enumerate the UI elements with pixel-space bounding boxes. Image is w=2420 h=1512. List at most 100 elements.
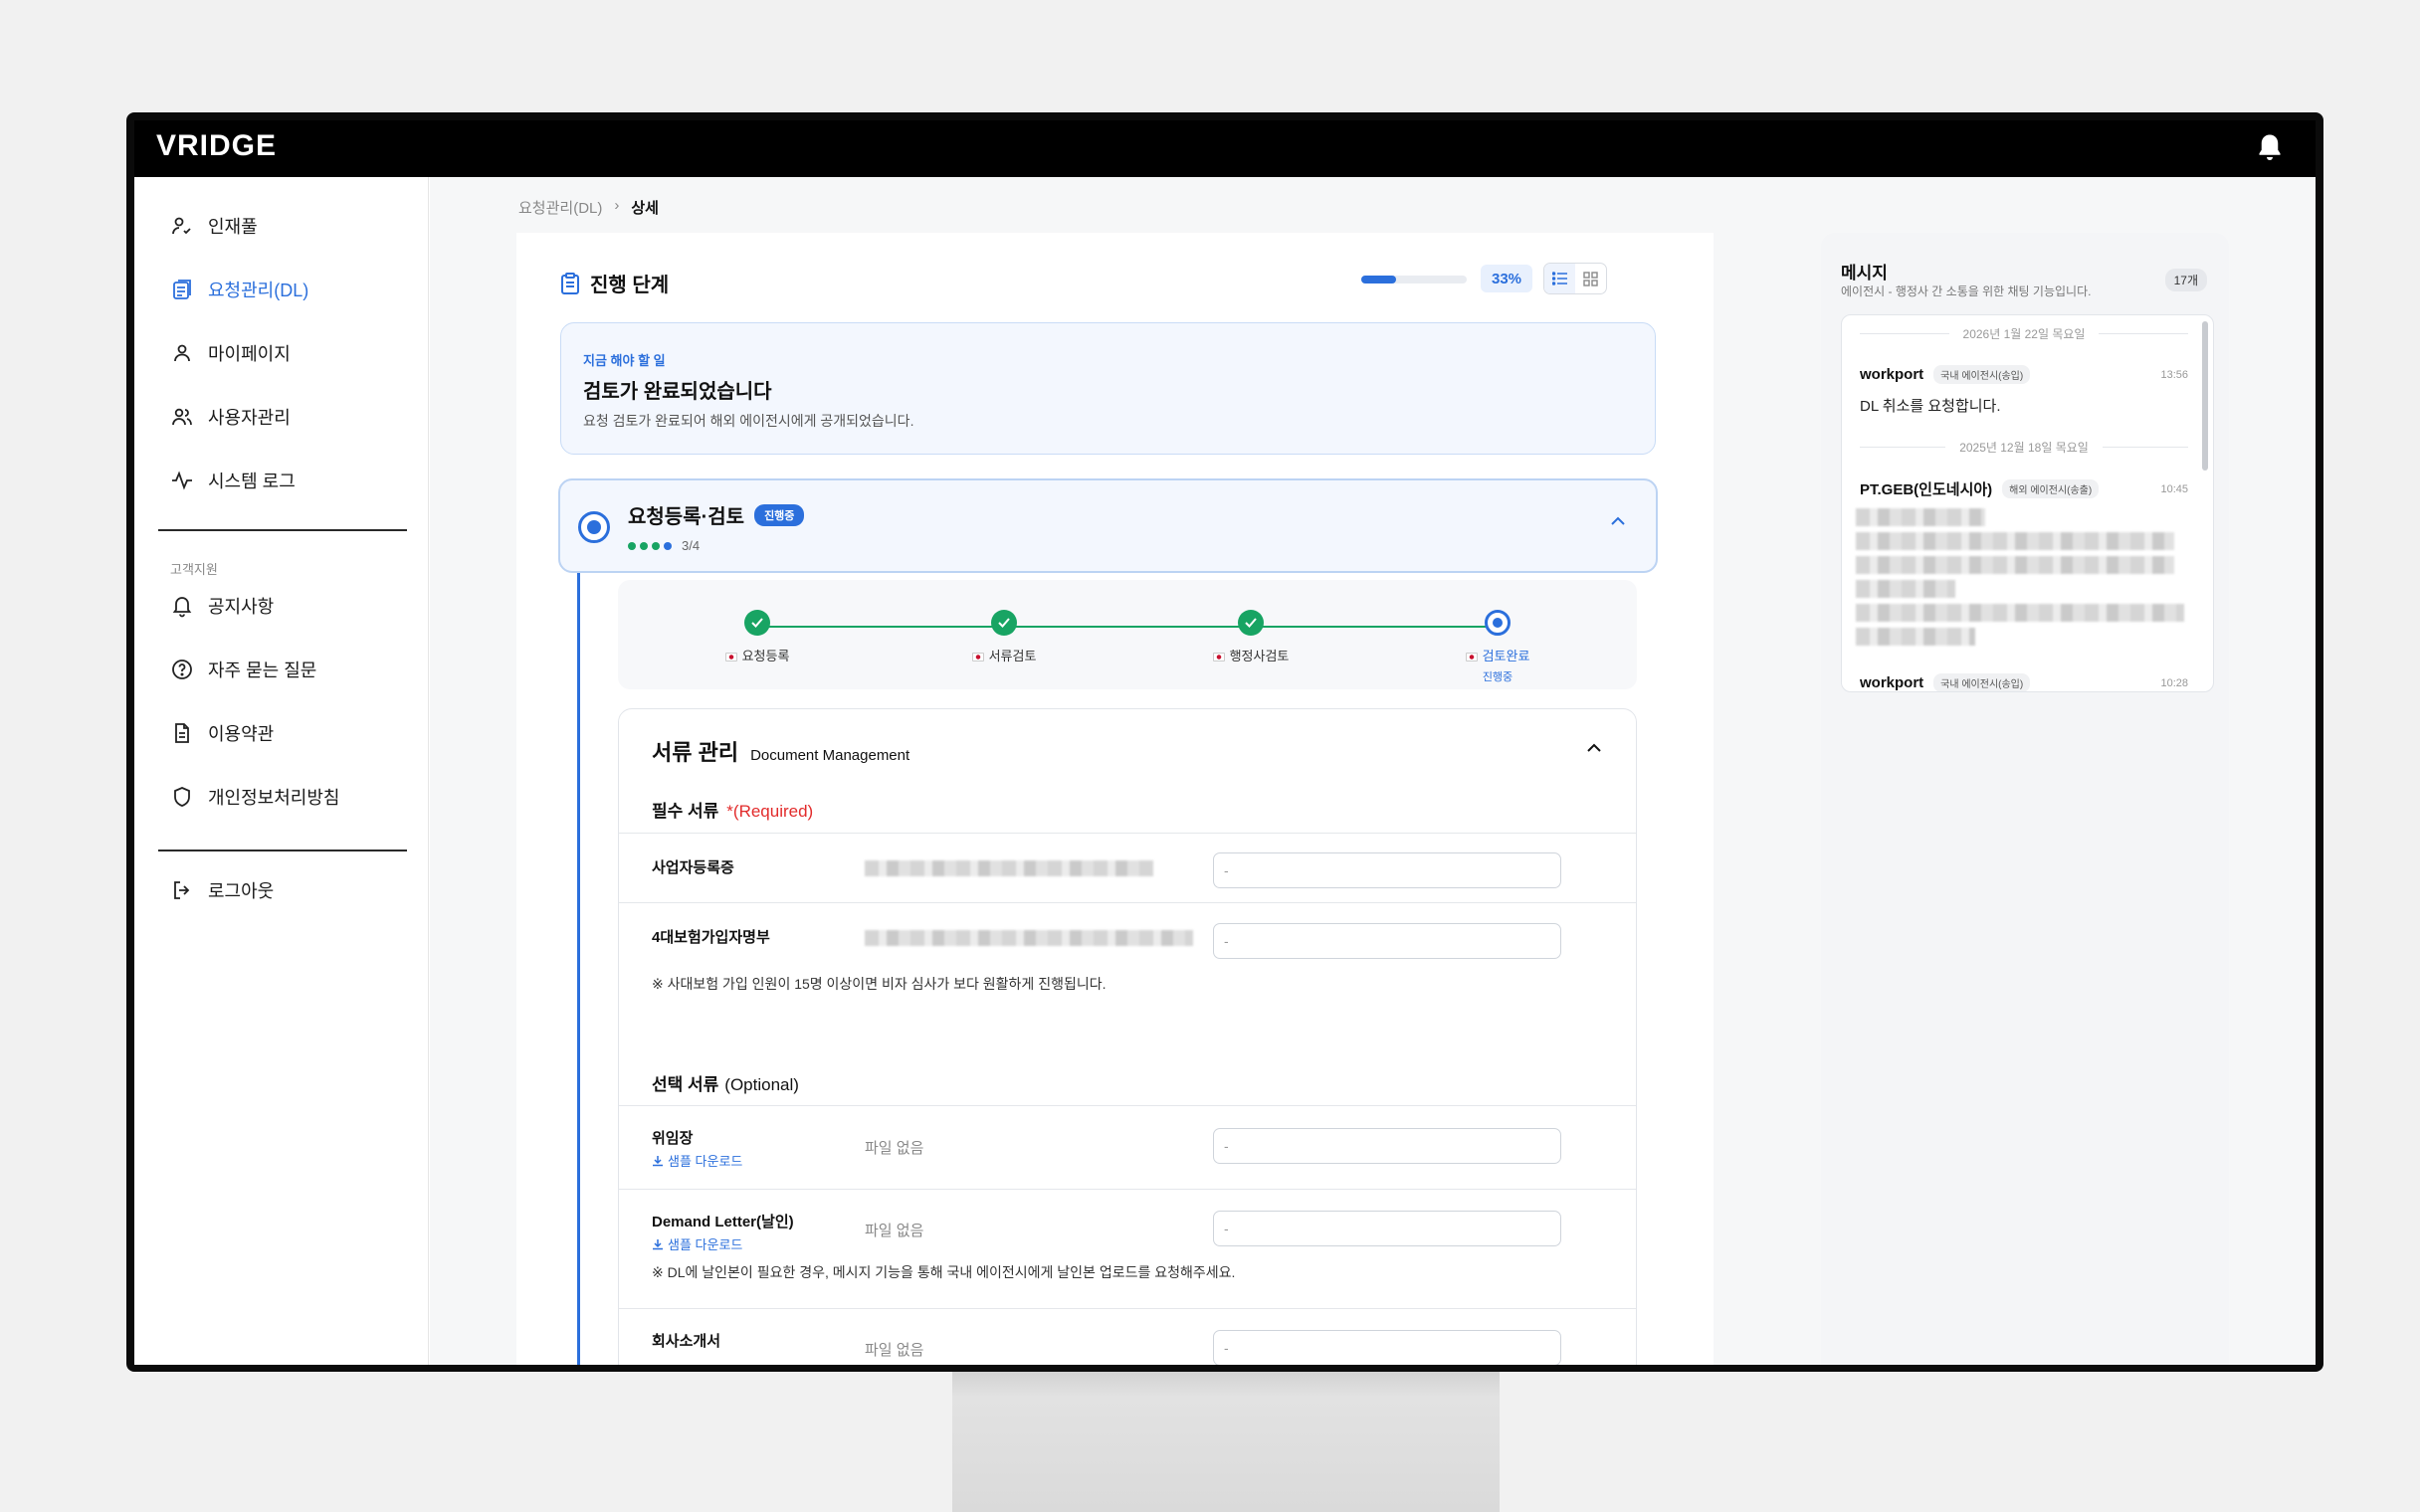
sample-download-link[interactable]: 샘플 다운로드 [652, 1234, 742, 1253]
logout-icon [174, 881, 190, 899]
step-request-registration: 요청등록 [678, 610, 837, 664]
step-document-review: 서류검토 [924, 610, 1084, 664]
progress-dot [664, 541, 672, 550]
stage-progress-dots: 3/4 [628, 538, 700, 553]
redacted-file [865, 860, 1153, 876]
list-view-button[interactable] [1544, 264, 1575, 293]
shield-icon [174, 787, 190, 807]
users-icon [172, 408, 192, 426]
sidebar-item-label: 자주 묻는 질문 [208, 661, 317, 680]
step-label: 행정사검토 [1229, 649, 1290, 663]
stage-title-text: 요청등록·검토 [628, 506, 745, 528]
check-icon [991, 610, 1017, 636]
message-header: workport 국내 에이전시(송입) 10:28 [1860, 673, 2188, 691]
grid-view-button[interactable] [1575, 264, 1606, 293]
step-status: 진행중 [1482, 671, 1513, 683]
sidebar-divider [158, 529, 407, 531]
message-title: 메시지 [1841, 264, 1888, 283]
sender-tag: 국내 에이전시(송입) [1933, 673, 2031, 691]
chevron-up-icon[interactable] [1610, 516, 1626, 526]
message-header: PT.GEB(인도네시아) 해외 에이전시(송출) 10:45 [1860, 478, 2188, 499]
message-body: DL 취소를 요청합니다. [1860, 398, 2001, 415]
progress-percent: 33% [1481, 265, 1532, 292]
chevron-right-icon: › [614, 197, 620, 214]
doc-memo-input[interactable]: - [1213, 1330, 1561, 1365]
clipboard-icon [561, 272, 579, 294]
row-divider [619, 1189, 1636, 1190]
korea-flag-icon [1212, 653, 1225, 662]
optional-note: ※ DL에 날인본이 필요한 경우, 메시지 기능을 통해 국내 에이전시에게 … [652, 1264, 1236, 1280]
step-label: 서류검토 [988, 649, 1037, 663]
message-sender: workport [1860, 366, 1924, 383]
message-time: 13:56 [2160, 368, 2188, 381]
app-screen: 인재풀 요청관리(DL) 마이페이지 사용자관리 시스템 로그 고객지원 공지사… [134, 177, 2316, 1365]
app-logo[interactable]: VRIDGE [156, 129, 277, 163]
list-icon [1551, 272, 1567, 285]
document-panel-title: 서류 관리 Document Management [652, 735, 909, 767]
sidebar-item-terms[interactable]: 이용약관 [170, 720, 274, 746]
file-status: 파일 없음 [865, 1223, 924, 1239]
check-icon [744, 610, 770, 636]
grid-icon [1583, 271, 1598, 286]
progress-dot [628, 541, 636, 550]
stage-header[interactable]: 요청등록·검토 진행중 3/4 [558, 478, 1658, 573]
download-icon [653, 1238, 663, 1249]
sample-download-label: 샘플 다운로드 [668, 1237, 743, 1252]
bell-icon[interactable] [2252, 130, 2288, 166]
step-connector [757, 626, 1504, 628]
user-icon [174, 344, 190, 362]
sender-tag: 해외 에이전시(송출) [2002, 479, 2100, 498]
progress-bar-fill [1361, 276, 1396, 284]
required-tag: *(Required) [726, 802, 814, 821]
sidebar-item-system-log[interactable]: 시스템 로그 [170, 468, 296, 493]
stage-current-icon [578, 511, 610, 543]
sidebar-item-requests[interactable]: 요청관리(DL) [170, 277, 308, 302]
doc-memo-input[interactable]: - [1213, 852, 1561, 888]
scrollbar[interactable] [2202, 321, 2208, 471]
file-text-icon [175, 723, 189, 743]
date-separator-text: 2026년 1월 22일 목요일 [1962, 327, 2086, 341]
sidebar: 인재풀 요청관리(DL) 마이페이지 사용자관리 시스템 로그 고객지원 공지사… [134, 177, 429, 1365]
document-title-ko: 서류 관리 [652, 740, 739, 765]
sidebar-item-users[interactable]: 사용자관리 [170, 404, 291, 430]
todo-title: 검토가 완료되었습니다 [583, 381, 772, 403]
doc-memo-input[interactable]: - [1213, 1211, 1561, 1246]
stage-count: 3/4 [682, 538, 701, 553]
sidebar-item-talent-pool[interactable]: 인재풀 [170, 213, 258, 239]
breadcrumb-parent[interactable]: 요청관리(DL) [518, 197, 602, 218]
breadcrumb-current: 상세 [631, 200, 659, 217]
sample-download-link[interactable]: 샘플 다운로드 [652, 1151, 742, 1170]
sidebar-item-mypage[interactable]: 마이페이지 [170, 340, 291, 366]
message-sender: workport [1860, 674, 1924, 691]
chevron-up-icon[interactable] [1586, 743, 1602, 753]
progress-dot [652, 541, 660, 550]
top-bar: VRIDGE [134, 120, 2316, 177]
doc-name: 4대보험가입자명부 [652, 929, 770, 946]
step-label: 요청등록 [741, 649, 790, 663]
date-separator: 2025년 12월 18일 목요일 [1860, 439, 2188, 456]
redacted-message [1856, 628, 1975, 646]
korea-flag-icon [1465, 653, 1478, 662]
sidebar-item-notices[interactable]: 공지사항 [170, 593, 274, 619]
doc-memo-input[interactable]: - [1213, 923, 1561, 959]
current-step-icon [1485, 610, 1511, 636]
sidebar-divider [158, 850, 407, 851]
sidebar-item-faq[interactable]: 자주 묻는 질문 [170, 657, 316, 682]
date-separator-text: 2025년 12월 18일 목요일 [1959, 441, 2089, 455]
sidebar-section-label: 고객지원 [170, 562, 218, 577]
doc-memo-input[interactable]: - [1213, 1128, 1561, 1164]
sidebar-item-privacy[interactable]: 개인정보처리방침 [170, 784, 339, 810]
status-badge: 진행중 [754, 503, 805, 526]
date-separator: 2026년 1월 22일 목요일 [1860, 325, 2188, 342]
required-section-label: 필수 서류 *(Required) [652, 797, 813, 822]
todo-description: 요청 검토가 완료되어 해외 에이전시에게 공개되었습니다. [583, 413, 914, 429]
logout-button[interactable]: 로그아웃 [170, 877, 274, 903]
file-status: 파일 없음 [865, 1140, 924, 1157]
document-title-en: Document Management [750, 747, 910, 764]
korea-flag-icon [971, 653, 984, 662]
progress-bar [1361, 276, 1467, 284]
progress-dot [640, 541, 648, 550]
breadcrumb: 요청관리(DL) › 상세 [518, 197, 659, 218]
redacted-message [1856, 532, 2174, 550]
message-list[interactable]: 2026년 1월 22일 목요일 workport 국내 에이전시(송입) 13… [1841, 314, 2214, 692]
